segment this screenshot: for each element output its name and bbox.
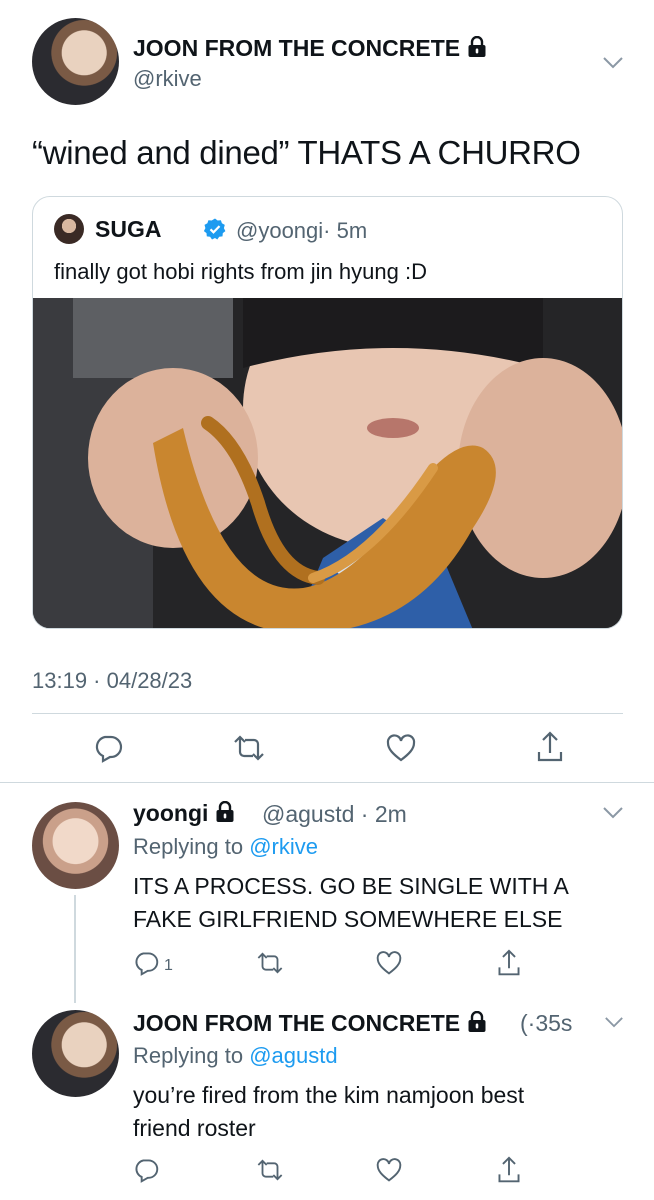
reply-author-avatar[interactable]	[32, 802, 119, 889]
author-name-text: JOON FROM THE CONCRETE	[133, 35, 461, 61]
reply-author-name[interactable]: yoongi	[133, 800, 235, 827]
lock-icon	[216, 801, 234, 822]
divider	[0, 782, 654, 783]
reply-handle-text: @agustd	[262, 801, 355, 827]
replying-to-link[interactable]: @agustd	[249, 1043, 337, 1068]
replying-to-link[interactable]: @rkive	[249, 834, 318, 859]
replying-label: Replying to	[133, 834, 244, 859]
reply-author-name-text: JOON FROM THE CONCRETE	[133, 1010, 461, 1036]
tweet-text: “wined and dined” THATS A CHURRO	[32, 134, 581, 171]
quoted-author-handle[interactable]: @yoongi· 5m	[236, 218, 367, 244]
lock-icon	[468, 1011, 486, 1032]
verified-badge-icon	[203, 218, 226, 240]
divider	[32, 713, 623, 714]
replying-label: Replying to	[133, 1043, 244, 1068]
reply-author-handle[interactable]: @agustd · 2m	[262, 801, 407, 828]
reply-text-line: you’re fired from the kim namjoon best	[133, 1082, 525, 1108]
reply-icon[interactable]	[93, 733, 123, 763]
quoted-handle-text: @yoongi	[236, 218, 324, 243]
replying-to: Replying to @rkive	[133, 834, 318, 860]
reply-handle-text: (·	[520, 1010, 536, 1036]
quoted-time: · 5m	[323, 218, 368, 243]
reply-text-line: ITS A PROCESS. GO BE SINGLE WITH A	[133, 873, 569, 899]
lock-icon	[468, 36, 486, 57]
reply-text: you’re fired from the kim namjoon best f…	[133, 1079, 524, 1145]
reply-author-handle[interactable]: (·35s	[520, 1010, 572, 1037]
photo-illustration	[33, 268, 622, 628]
reply-time: 35s	[535, 1010, 573, 1036]
share-icon[interactable]	[496, 948, 522, 978]
reply-time: · 2m	[360, 801, 407, 827]
chevron-down-icon[interactable]	[604, 1016, 624, 1029]
chevron-down-icon[interactable]	[602, 56, 624, 70]
retweet-icon[interactable]	[255, 1158, 285, 1182]
quoted-tweet-text: finally got hobi rights from jin hyung :…	[54, 259, 427, 284]
replying-to: Replying to @agustd	[133, 1043, 338, 1069]
like-icon[interactable]	[385, 733, 417, 763]
reply-icon[interactable]	[133, 950, 159, 976]
reply-author-name-text: yoongi	[133, 800, 209, 826]
like-icon[interactable]	[375, 950, 403, 976]
quoted-author-avatar[interactable]	[54, 214, 84, 244]
reply-count: 1	[164, 957, 173, 974]
reply-text-line: friend roster	[133, 1115, 256, 1141]
author-avatar[interactable]	[32, 18, 119, 105]
thread-connector-line	[74, 895, 76, 1003]
share-icon[interactable]	[496, 1155, 522, 1185]
tweet-timestamp[interactable]: 13:19 · 04/28/23	[32, 668, 192, 694]
reply-author-avatar[interactable]	[32, 1010, 119, 1097]
quoted-author-name[interactable]: SUGA	[95, 216, 161, 243]
author-handle[interactable]: @rkive	[133, 66, 202, 92]
retweet-icon[interactable]	[231, 734, 267, 762]
like-icon[interactable]	[375, 1157, 403, 1183]
share-icon[interactable]	[535, 730, 565, 764]
quoted-tweet-photo[interactable]	[33, 268, 622, 628]
quoted-tweet-card[interactable]: SUGA @yoongi· 5m finally got hobi rights…	[32, 196, 623, 629]
chevron-down-icon[interactable]	[602, 806, 624, 820]
author-name[interactable]: JOON FROM THE CONCRETE	[133, 35, 487, 62]
reply-text-line: FAKE GIRLFRIEND SOMEWHERE ELSE	[133, 906, 563, 932]
reply-text: ITS A PROCESS. GO BE SINGLE WITH A FAKE …	[133, 870, 569, 936]
reply-icon[interactable]	[133, 1157, 159, 1183]
reply-author-name[interactable]: JOON FROM THE CONCRETE	[133, 1010, 487, 1037]
retweet-icon[interactable]	[255, 951, 285, 975]
